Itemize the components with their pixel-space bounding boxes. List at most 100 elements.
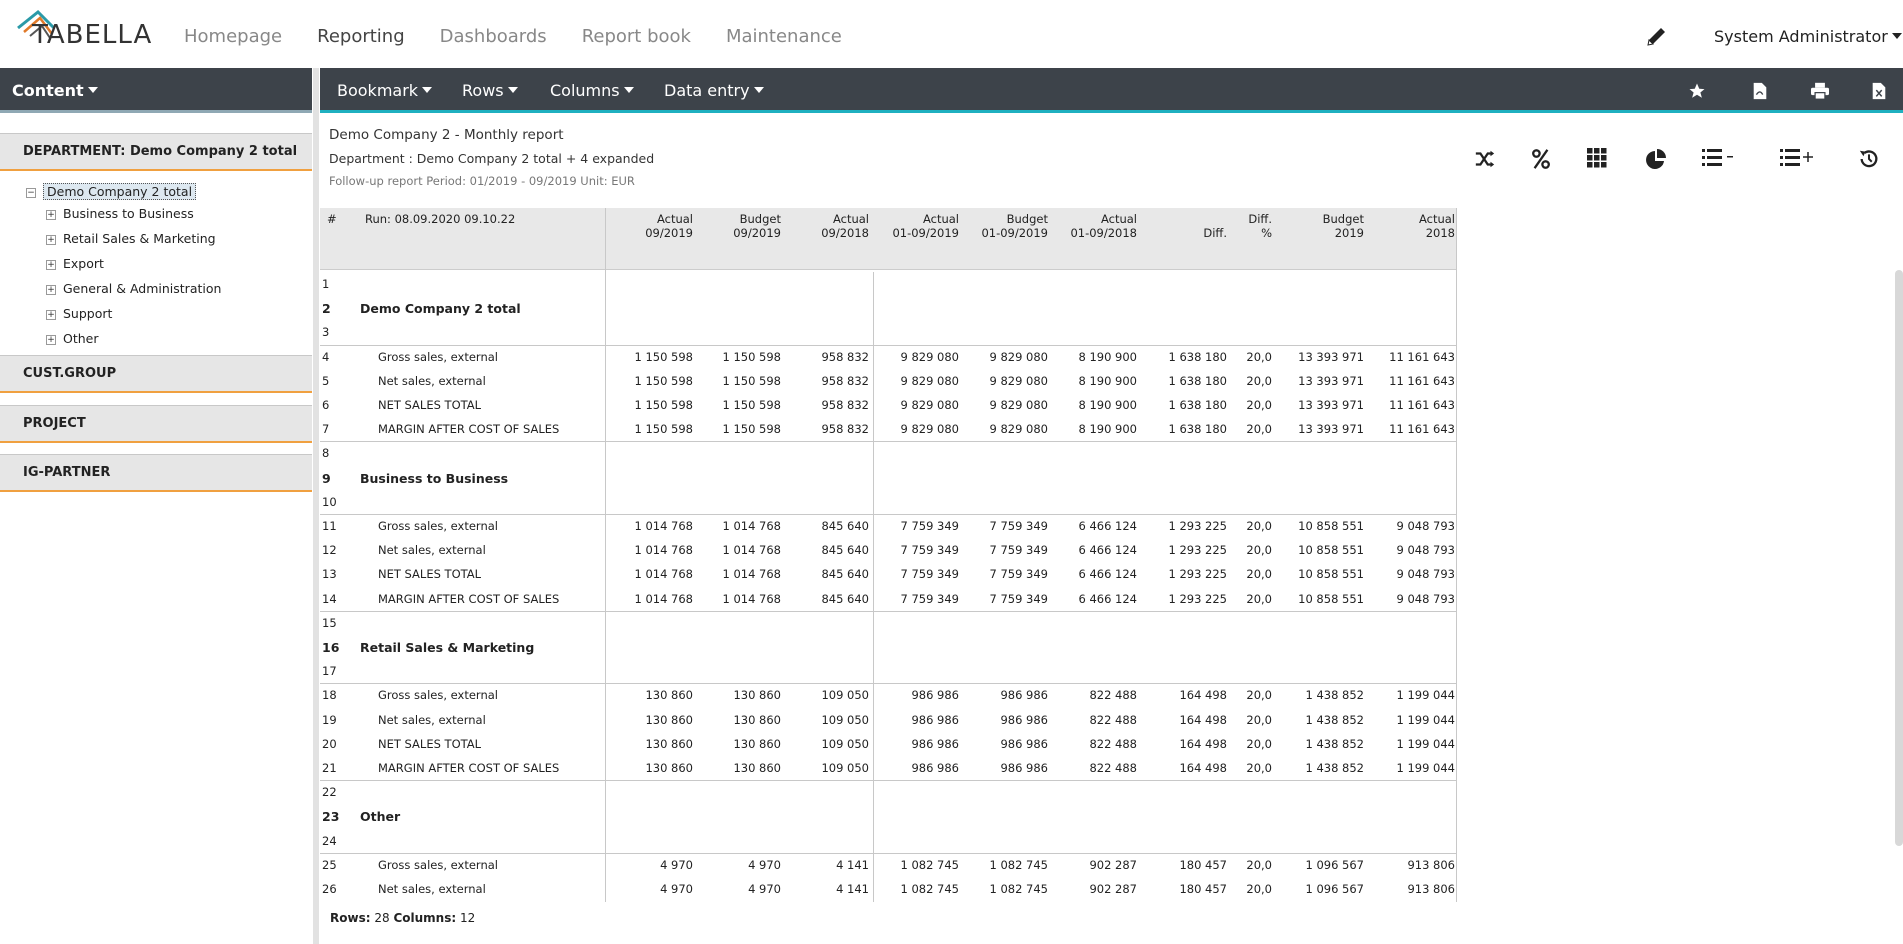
table-cell[interactable]: 1 199 044 bbox=[1396, 761, 1455, 775]
dimension-cust-group[interactable]: CUST.GROUP bbox=[0, 355, 312, 393]
table-cell[interactable]: 822 488 bbox=[1089, 688, 1137, 702]
table-cell[interactable]: 6 466 124 bbox=[1078, 543, 1137, 557]
table-cell[interactable]: 9 829 080 bbox=[989, 374, 1048, 388]
table-cell[interactable]: 1 014 768 bbox=[722, 567, 781, 581]
table-cell[interactable]: 130 860 bbox=[733, 737, 781, 751]
column-header[interactable]: Actual 09/2019 bbox=[645, 212, 693, 240]
table-cell[interactable]: 11 161 643 bbox=[1389, 422, 1455, 436]
data-entry-menu[interactable]: Data entry bbox=[664, 81, 764, 100]
table-cell[interactable]: 109 050 bbox=[821, 688, 869, 702]
table-cell[interactable]: 958 832 bbox=[821, 422, 869, 436]
table-cell[interactable]: 1 014 768 bbox=[722, 592, 781, 606]
table-row[interactable]: 6 NET SALES TOTAL 1 150 598 1 150 598 958 83… bbox=[320, 393, 1457, 417]
print-icon[interactable] bbox=[1810, 82, 1830, 100]
table-cell[interactable]: 913 806 bbox=[1407, 882, 1455, 896]
table-cell[interactable]: 822 488 bbox=[1089, 761, 1137, 775]
table-cell[interactable]: 4 970 bbox=[660, 858, 693, 872]
table-cell[interactable]: 1 082 745 bbox=[989, 882, 1048, 896]
dimension-department[interactable]: DEPARTMENT: Demo Company 2 total bbox=[0, 133, 312, 171]
table-cell[interactable]: 20,0 bbox=[1246, 374, 1272, 388]
table-cell[interactable]: 13 393 971 bbox=[1298, 350, 1364, 364]
table-cell[interactable]: 130 860 bbox=[733, 688, 781, 702]
table-cell[interactable]: 9 829 080 bbox=[900, 398, 959, 412]
tree-item-other[interactable]: + Other bbox=[26, 329, 221, 354]
table-cell[interactable]: 180 457 bbox=[1179, 858, 1227, 872]
nav-dashboards[interactable]: Dashboards bbox=[440, 26, 547, 47]
table-cell[interactable]: 1 293 225 bbox=[1168, 592, 1227, 606]
grid-icon[interactable] bbox=[1587, 148, 1607, 168]
table-cell[interactable]: 11 161 643 bbox=[1389, 374, 1455, 388]
nav-maintenance[interactable]: Maintenance bbox=[726, 26, 842, 47]
table-cell[interactable]: 20,0 bbox=[1246, 398, 1272, 412]
tabella-logo[interactable]: TABELLA bbox=[14, 8, 152, 52]
table-cell[interactable]: 130 860 bbox=[645, 713, 693, 727]
table-cell[interactable]: 958 832 bbox=[821, 350, 869, 364]
table-cell[interactable]: 13 393 971 bbox=[1298, 398, 1364, 412]
table-cell[interactable]: 9 829 080 bbox=[989, 422, 1048, 436]
table-cell[interactable]: 6 466 124 bbox=[1078, 567, 1137, 581]
table-cell[interactable]: 109 050 bbox=[821, 761, 869, 775]
table-cell[interactable]: 130 860 bbox=[645, 688, 693, 702]
column-header[interactable]: Budget 2019 bbox=[1323, 212, 1364, 240]
dimension-ig-partner[interactable]: IG-PARTNER bbox=[0, 454, 312, 492]
column-header[interactable]: Diff. bbox=[1203, 212, 1227, 240]
table-row[interactable]: 11 Gross sales, external 1 014 768 1 014 76… bbox=[320, 514, 1457, 538]
table-cell[interactable]: 1 082 745 bbox=[900, 882, 959, 896]
table-cell[interactable]: 20,0 bbox=[1246, 592, 1272, 606]
tree-item-retail-sales[interactable]: + Retail Sales & Marketing bbox=[26, 229, 221, 254]
table-row[interactable]: 21 MARGIN AFTER COST OF SALES 130 860 130 8… bbox=[320, 756, 1457, 780]
content-dropdown[interactable]: Content bbox=[12, 81, 98, 100]
table-cell[interactable]: 1 014 768 bbox=[634, 543, 693, 557]
table-row[interactable]: 23 Other bbox=[320, 804, 1457, 828]
table-cell[interactable]: 9 048 793 bbox=[1396, 592, 1455, 606]
table-cell[interactable]: 20,0 bbox=[1246, 713, 1272, 727]
table-cell[interactable]: 20,0 bbox=[1246, 737, 1272, 751]
table-cell[interactable]: 9 048 793 bbox=[1396, 543, 1455, 557]
tree-item-support[interactable]: + Support bbox=[26, 304, 221, 329]
table-cell[interactable]: 164 498 bbox=[1179, 688, 1227, 702]
table-cell[interactable]: 20,0 bbox=[1246, 761, 1272, 775]
table-cell[interactable]: 822 488 bbox=[1089, 713, 1137, 727]
expand-icon[interactable]: + bbox=[46, 210, 56, 220]
column-header[interactable]: Diff.% bbox=[1248, 212, 1272, 240]
table-cell[interactable]: 11 161 643 bbox=[1389, 350, 1455, 364]
table-row[interactable]: 20 NET SALES TOTAL 130 860 130 860 109 050 98… bbox=[320, 732, 1457, 756]
table-row[interactable]: 15 bbox=[320, 611, 1457, 635]
table-cell[interactable]: 9 829 080 bbox=[900, 350, 959, 364]
table-row[interactable]: 19 Net sales, external 130 860 130 860 109 0… bbox=[320, 708, 1457, 732]
table-cell[interactable]: 986 986 bbox=[1000, 688, 1048, 702]
nav-reporting[interactable]: Reporting bbox=[317, 26, 405, 47]
tree-root[interactable]: − Demo Company 2 total bbox=[26, 183, 221, 204]
table-cell[interactable]: 10 858 551 bbox=[1298, 592, 1364, 606]
table-row[interactable]: 14 MARGIN AFTER COST OF SALES 1 014 768 1 0… bbox=[320, 587, 1457, 611]
table-cell[interactable]: 6 466 124 bbox=[1078, 592, 1137, 606]
table-cell[interactable]: 1 638 180 bbox=[1168, 398, 1227, 412]
table-cell[interactable]: 20,0 bbox=[1246, 882, 1272, 896]
table-cell[interactable]: 1 293 225 bbox=[1168, 567, 1227, 581]
expand-icon[interactable]: + bbox=[46, 235, 56, 245]
shuffle-icon[interactable] bbox=[1474, 148, 1496, 170]
table-row[interactable]: 4 Gross sales, external 1 150 598 1 150 598… bbox=[320, 345, 1457, 369]
expand-icon[interactable]: + bbox=[46, 335, 56, 345]
table-cell[interactable]: 109 050 bbox=[821, 713, 869, 727]
list-expand-icon[interactable] bbox=[1780, 148, 1820, 168]
table-cell[interactable]: 845 640 bbox=[821, 543, 869, 557]
table-cell[interactable]: 1 438 852 bbox=[1305, 688, 1364, 702]
table-row[interactable]: 5 Net sales, external 1 150 598 1 150 598 95… bbox=[320, 369, 1457, 393]
table-row[interactable]: 7 MARGIN AFTER COST OF SALES 1 150 598 1 15… bbox=[320, 417, 1457, 441]
table-cell[interactable]: 130 860 bbox=[645, 737, 693, 751]
nav-report-book[interactable]: Report book bbox=[582, 26, 691, 47]
table-cell[interactable]: 1 096 567 bbox=[1305, 882, 1364, 896]
table-cell[interactable]: 845 640 bbox=[821, 592, 869, 606]
table-cell[interactable]: 958 832 bbox=[821, 398, 869, 412]
list-collapse-icon[interactable] bbox=[1702, 148, 1740, 168]
expand-icon[interactable]: + bbox=[46, 260, 56, 270]
table-cell[interactable]: 4 141 bbox=[836, 882, 869, 896]
table-cell[interactable]: 9 048 793 bbox=[1396, 567, 1455, 581]
table-cell[interactable]: 164 498 bbox=[1179, 761, 1227, 775]
table-cell[interactable]: 1 150 598 bbox=[722, 350, 781, 364]
table-cell[interactable]: 913 806 bbox=[1407, 858, 1455, 872]
table-cell[interactable]: 20,0 bbox=[1246, 422, 1272, 436]
tree-item-general-admin[interactable]: + General & Administration bbox=[26, 279, 221, 304]
dimension-project[interactable]: PROJECT bbox=[0, 405, 312, 443]
